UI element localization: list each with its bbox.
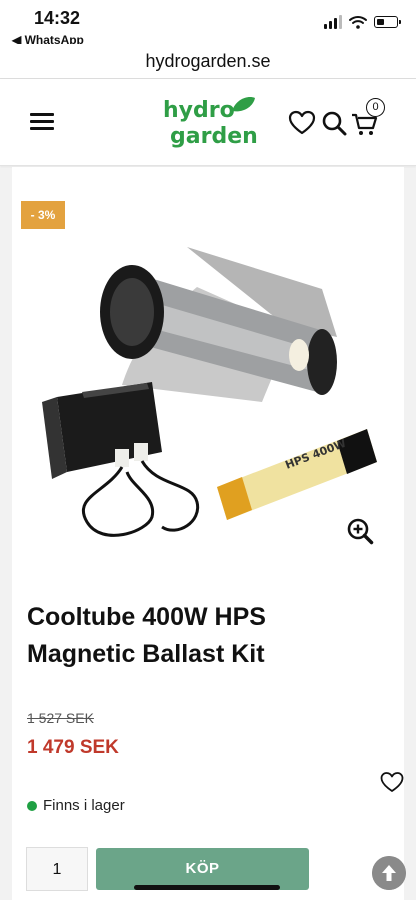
arrow-up-icon[interactable]: [372, 856, 406, 890]
product-image[interactable]: HPS 400W: [37, 217, 387, 547]
in-stock-dot-icon: [27, 800, 37, 811]
wifi-icon: [349, 16, 367, 29]
status-bar: 14:32 ◀ WhatsApp: [0, 0, 416, 50]
status-time: 14:32: [34, 8, 81, 28]
url-bar[interactable]: hydrogarden.se: [0, 44, 416, 79]
logo-text-top: hydro: [163, 98, 235, 123]
stock-status: Finns i lager: [27, 797, 125, 814]
wishlist-heart-icon[interactable]: [380, 771, 404, 793]
system-icons: [324, 14, 401, 30]
buy-button[interactable]: KÖP: [96, 848, 309, 890]
search-icon[interactable]: [320, 109, 348, 137]
ballast-unit: [42, 382, 200, 537]
old-price: 1 527 SEK: [27, 710, 94, 726]
battery-icon: [374, 16, 401, 28]
site-header: hydro garden 0: [0, 79, 416, 166]
home-indicator: [134, 885, 280, 890]
heart-icon[interactable]: [288, 109, 316, 137]
product-card: - 3% HPS 400W Cooltube 400W HPS Magnetic…: [12, 167, 404, 900]
current-price: 1 479 SEK: [27, 737, 119, 758]
menu-icon[interactable]: [30, 113, 54, 131]
stock-label: Finns i lager: [43, 797, 125, 814]
cellular-signal-icon: [324, 15, 342, 29]
hydrogarden-logo[interactable]: hydro garden: [160, 93, 260, 151]
zoom-in-icon[interactable]: [346, 517, 374, 545]
logo-text-bottom: garden: [170, 124, 258, 149]
url-text: hydrogarden.se: [145, 51, 271, 71]
hps-lamp-box: HPS 400W: [217, 429, 377, 520]
cart-count-badge[interactable]: 0: [366, 98, 385, 117]
quantity-input[interactable]: 1: [26, 847, 88, 891]
cooltube-reflector: [100, 247, 337, 402]
product-title: Cooltube 400W HPS Magnetic Ballast Kit: [27, 603, 266, 668]
